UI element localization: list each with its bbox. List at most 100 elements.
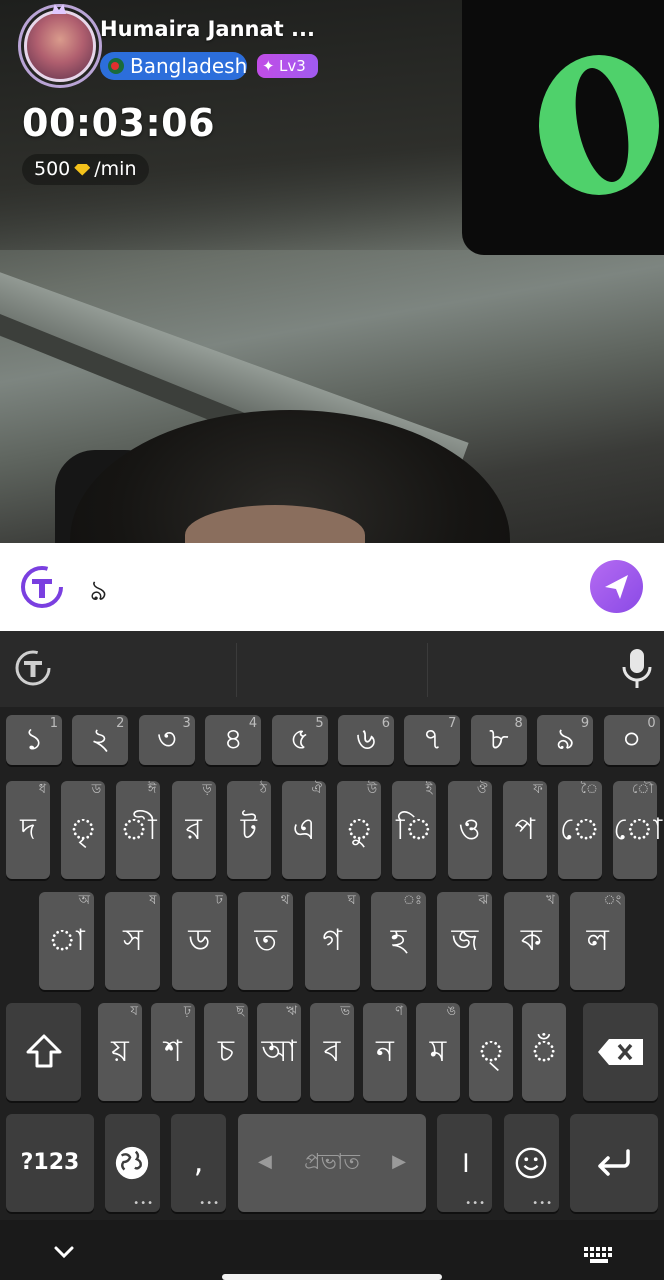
letter-key[interactable]: নণ xyxy=(363,1003,407,1101)
letter-key[interactable]: এঐ xyxy=(282,781,326,879)
letter-key[interactable]: লং xyxy=(570,892,626,990)
call-timer: 00:03:06 xyxy=(22,101,216,145)
key-hint: ধ xyxy=(38,782,46,797)
letter-key[interactable]: ্ xyxy=(469,1003,513,1101)
letter-key[interactable]: য় য xyxy=(98,1003,142,1101)
letter-key[interactable]: োৌ xyxy=(613,781,663,879)
keyboard-translate-icon[interactable] xyxy=(14,649,52,687)
key-label: গ xyxy=(322,923,342,958)
letter-key[interactable]: ঁ xyxy=(522,1003,566,1101)
letter-key[interactable]: আঋ xyxy=(257,1003,301,1101)
home-indicator[interactable] xyxy=(222,1274,442,1280)
shift-key[interactable] xyxy=(6,1003,81,1101)
key-label: ম xyxy=(429,1034,447,1069)
key-label: ে xyxy=(559,812,601,847)
letter-key[interactable]: মঙ xyxy=(416,1003,460,1101)
rate-badge: 500 /min xyxy=(22,154,149,185)
enter-key[interactable] xyxy=(570,1114,658,1212)
key-label: জ xyxy=(451,923,479,958)
key-hint: ঃ xyxy=(402,893,422,908)
avatar[interactable] xyxy=(24,10,96,82)
key-label: স xyxy=(122,923,143,958)
translate-icon[interactable] xyxy=(20,565,64,609)
key-hint: ড় xyxy=(202,782,212,797)
number-key[interactable]: ৪4 xyxy=(205,715,262,765)
number-key[interactable]: ৫5 xyxy=(271,715,328,765)
letter-key[interactable]: ওঔ xyxy=(447,781,492,879)
letter-key[interactable]: কখ xyxy=(503,892,559,990)
suggestion-divider xyxy=(427,643,428,697)
key-hint: ঈ xyxy=(147,782,157,797)
number-key[interactable]: ৬6 xyxy=(338,715,394,765)
letter-key[interactable]: শ ঢ় xyxy=(151,1003,195,1101)
key-hint: ষ xyxy=(149,893,157,908)
letter-key[interactable]: বভ xyxy=(310,1003,354,1101)
letter-key[interactable]: া অ xyxy=(39,892,94,990)
letter-key[interactable]: দধ xyxy=(6,781,50,879)
key-label: ো xyxy=(613,812,663,847)
key-label: ি xyxy=(396,812,433,847)
symbols-key[interactable]: ?123 xyxy=(6,1114,94,1212)
letter-key[interactable]: সষ xyxy=(105,892,161,990)
level-badge: ✦ Lv3 xyxy=(257,54,318,78)
letter-key[interactable]: গঘ xyxy=(304,892,360,990)
key-hint: ৈ xyxy=(580,782,598,797)
language-key[interactable]: ••• xyxy=(105,1114,160,1212)
comma-key[interactable]: , ••• xyxy=(171,1114,226,1212)
number-key[interactable]: ৭7 xyxy=(404,715,461,765)
microphone-icon[interactable] xyxy=(620,647,654,691)
key-label: ঁ xyxy=(529,1034,559,1069)
letter-key[interactable]: হঃ xyxy=(371,892,426,990)
app-logo-icon xyxy=(534,50,664,200)
message-input[interactable]: ঌ xyxy=(90,569,107,616)
letter-key[interactable]: তথ xyxy=(238,892,294,990)
key-hint: ঔ xyxy=(476,782,488,797)
backspace-key[interactable] xyxy=(583,1003,658,1101)
letter-key[interactable]: র ড় xyxy=(171,781,216,879)
letter-key[interactable]: ী ঈ xyxy=(116,781,161,879)
number-key[interactable]: ৩3 xyxy=(138,715,195,765)
self-preview[interactable] xyxy=(462,0,664,255)
number-key[interactable]: ৯9 xyxy=(537,715,594,765)
key-hint: ছ xyxy=(236,1004,244,1019)
keyboard: ১1২2৩3৪4৫5৬6৭7৮8৯9০0 দ ধৃ ডী ঈ র ড় ট ঠ এ ঐু উি ই ও ঔ… xyxy=(0,631,664,1280)
key-label: ্ xyxy=(476,1034,506,1069)
danda-key[interactable]: । ••• xyxy=(437,1114,492,1212)
key-hint: ঝ xyxy=(478,893,489,908)
key-label: আ xyxy=(261,1034,297,1069)
key-hint: 1 xyxy=(49,716,58,731)
letter-key[interactable]: ু উ xyxy=(337,781,382,879)
key-hint: 8 xyxy=(514,716,523,731)
key-label: ী xyxy=(120,812,157,847)
letter-key[interactable]: জঝ xyxy=(437,892,493,990)
key-hint: ঐ xyxy=(311,782,322,797)
emoji-key[interactable]: ••• xyxy=(504,1114,559,1212)
key-label: ও xyxy=(458,812,481,847)
number-key[interactable]: ২2 xyxy=(72,715,129,765)
space-right-arrow-icon: ▶ xyxy=(392,1151,406,1172)
number-key[interactable]: ১1 xyxy=(6,715,62,765)
more-dots: ••• xyxy=(532,1198,553,1209)
hide-keyboard-chevron-icon[interactable] xyxy=(50,1238,78,1266)
key-label: ড xyxy=(188,923,211,958)
letter-key[interactable]: টঠ xyxy=(226,781,271,879)
letter-key[interactable]: েৈ xyxy=(558,781,602,879)
number-key[interactable]: ৮8 xyxy=(470,715,527,765)
country-label: Bangladesh xyxy=(130,54,248,78)
letter-key[interactable]: চছ xyxy=(204,1003,248,1101)
caller-name: Humaira Jannat ... xyxy=(100,17,315,41)
letter-key[interactable]: ি ই xyxy=(392,781,437,879)
letter-key[interactable]: পফ xyxy=(502,781,547,879)
send-button[interactable] xyxy=(590,560,643,613)
key-hint: 5 xyxy=(315,716,324,731)
key-hint: ৌ xyxy=(632,782,654,797)
navigation-bar xyxy=(0,1220,664,1280)
space-key[interactable]: ◀ প্রভাত ▶ xyxy=(238,1114,426,1212)
letter-key[interactable]: ৃ ড xyxy=(61,781,106,879)
key-label: এ xyxy=(292,812,316,847)
letter-key[interactable]: ডঢ xyxy=(171,892,227,990)
key-label: শ xyxy=(164,1034,182,1069)
number-key[interactable]: ০0 xyxy=(603,715,660,765)
danda-label: । xyxy=(458,1145,471,1180)
keyboard-switch-icon[interactable] xyxy=(582,1245,616,1267)
